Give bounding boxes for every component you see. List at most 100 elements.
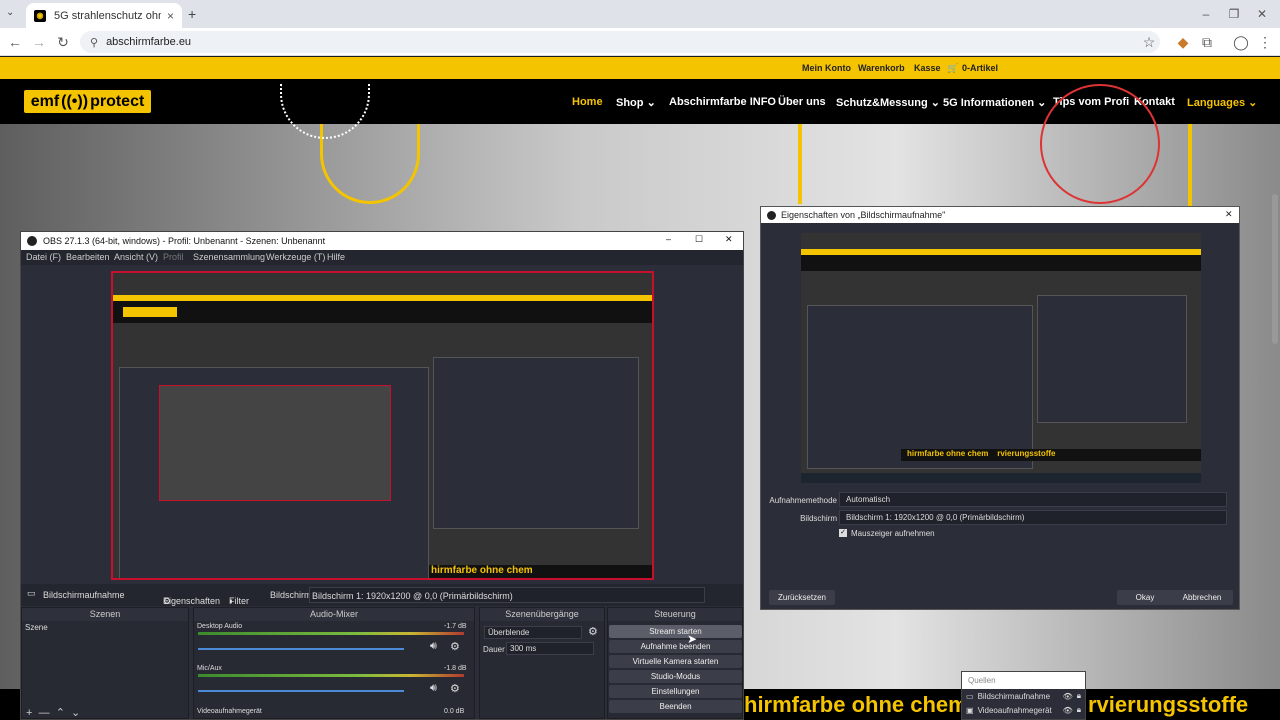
exit-button[interactable]: Beenden <box>609 700 742 713</box>
browser-tab[interactable]: ◉ 5G strahlenschutz ohne chem × <box>26 3 182 28</box>
source-item[interactable]: ▭ Bildschirmaufnahme 👁︎ 🔒︎ <box>962 689 1085 703</box>
signal-icon: ((•)) <box>61 92 89 110</box>
cursor-checkbox[interactable]: ✓ <box>839 529 847 537</box>
nav-abschirmfarbe-info[interactable]: Abschirmfarbe INFO <box>669 96 776 108</box>
source-item-label: Videoaufnahmegerät <box>977 705 1052 715</box>
tab-title: 5G strahlenschutz ohne chem <box>54 9 161 22</box>
chevron-down-icon: ⌄ <box>1248 97 1258 109</box>
studio-mode-button[interactable]: Studio-Modus <box>609 670 742 683</box>
scene-item[interactable]: Szene <box>22 621 188 634</box>
obs-logo-icon <box>767 210 776 220</box>
add-icon[interactable]: + <box>26 707 32 719</box>
new-tab-icon[interactable]: + <box>188 6 196 22</box>
props-preview-ticker: hirmfarbe ohne chem rvierungsstoffe <box>901 449 1201 461</box>
gear-icon[interactable]: ⚙ <box>450 682 460 695</box>
address-bar[interactable]: ⚲ abschirmfarbe.eu <box>80 31 1160 53</box>
close-icon[interactable]: ✕ <box>725 234 733 245</box>
menu-hilfe[interactable]: Hilfe <box>327 252 345 262</box>
cart-icon[interactable]: 🛒 <box>947 63 958 74</box>
move-up-icon[interactable]: ⌃ <box>56 707 65 719</box>
menu-ansicht[interactable]: Ansicht (V) <box>114 252 158 262</box>
cart-items-count[interactable]: 0-Artikel <box>962 63 998 73</box>
monitor-icon: ▭ <box>966 691 974 701</box>
nav-languages[interactable]: Languages ⌄ <box>1187 96 1257 109</box>
scene-controls: + — ⌃ ⌄ <box>26 706 80 719</box>
lock-icon[interactable]: 🔒︎ <box>1077 691 1081 701</box>
method-select[interactable]: Automatisch <box>839 492 1227 507</box>
tab-list-chevron-icon[interactable]: ⌄ <box>6 7 14 18</box>
filter-label: Filter <box>229 596 249 606</box>
move-down-icon[interactable]: ⌄ <box>71 707 80 719</box>
maximize-icon[interactable]: ☐ <box>695 234 703 245</box>
menu-bearbeiten[interactable]: Bearbeiten <box>66 252 110 262</box>
extension-icon[interactable]: ◆ <box>1174 33 1192 51</box>
transitions-header: Szenenübergänge <box>480 608 604 621</box>
checkout-link[interactable]: Kasse <box>914 63 941 73</box>
site-logo[interactable]: emf ((•)) protect <box>24 90 151 113</box>
ticker-text-left: hirmfarbe ohne chem <box>744 692 968 717</box>
chevron-down-icon: ⌄ <box>646 97 656 109</box>
gear-icon[interactable]: ⚙ <box>588 625 598 638</box>
cancel-button[interactable]: Abbrechen <box>1171 590 1233 605</box>
profile-avatar-icon[interactable]: ◯ <box>1232 33 1250 51</box>
cart-link[interactable]: Warenkorb <box>858 63 905 73</box>
obs-preview[interactable]: hirmfarbe ohne chem <box>21 265 743 583</box>
obs-title: OBS 27.1.3 (64-bit, windows) - Profil: U… <box>43 236 326 246</box>
eye-icon[interactable]: 👁︎ <box>1063 706 1073 715</box>
start-virtual-camera-button[interactable]: Virtuelle Kamera starten <box>609 655 742 668</box>
screen-select[interactable]: Bildschirm 1: 1920x1200 @ 0,0 (Primärbil… <box>839 510 1227 525</box>
source-item[interactable]: ▣ Videoaufnahmegerät 👁︎ 🔒︎ <box>962 703 1085 717</box>
close-icon[interactable]: ✕ <box>1225 209 1233 220</box>
volume-slider[interactable] <box>198 648 404 650</box>
eye-icon[interactable]: 👁︎ <box>1063 692 1073 701</box>
menu-werkzeuge[interactable]: Werkzeuge (T) <box>266 252 325 262</box>
bookmark-star-icon[interactable]: ☆ <box>1140 33 1158 51</box>
more-menu-icon[interactable]: ⋮ <box>1256 33 1274 51</box>
back-icon[interactable]: ← <box>6 33 24 51</box>
close-tab-icon[interactable]: × <box>167 9 174 23</box>
account-link[interactable]: Mein Konto <box>802 63 851 73</box>
reset-button[interactable]: Zurücksetzen <box>769 590 835 605</box>
restore-window-icon[interactable]: ❐ <box>1224 4 1244 24</box>
site-info-icon[interactable]: ⚲ <box>90 36 98 49</box>
speaker-icon[interactable]: 🔊︎ <box>430 682 437 695</box>
nav-ueber-uns[interactable]: Über uns <box>778 96 826 108</box>
gear-icon[interactable]: ⚙ <box>450 640 460 653</box>
duration-input[interactable]: 300 ms <box>506 642 594 655</box>
extensions-puzzle-icon[interactable]: ⧉ <box>1198 33 1216 51</box>
nav-shop[interactable]: Shop ⌄ <box>616 96 656 109</box>
scrollbar-thumb[interactable] <box>1272 194 1278 344</box>
menu-profil[interactable]: Profil <box>163 252 184 262</box>
volume-slider[interactable] <box>198 690 404 692</box>
speaker-icon[interactable]: 🔊︎ <box>430 640 437 653</box>
close-window-icon[interactable]: ✕ <box>1252 4 1272 24</box>
start-stream-button[interactable]: Stream starten <box>609 625 742 638</box>
minimize-window-icon[interactable]: – <box>1196 4 1216 24</box>
remove-icon[interactable]: — <box>39 707 50 719</box>
stop-recording-button[interactable]: Aufnahme beenden <box>609 640 742 653</box>
decor-red-circle <box>1040 84 1160 204</box>
nav-shop-label: Shop <box>616 97 644 109</box>
settings-button[interactable]: Einstellungen <box>609 685 742 698</box>
menu-datei[interactable]: Datei (F) <box>26 252 61 262</box>
decor-yellow-line <box>1188 124 1192 214</box>
lock-icon[interactable]: 🔒︎ <box>1077 705 1081 715</box>
minimize-icon[interactable]: – <box>666 234 671 244</box>
obs-window: OBS 27.1.3 (64-bit, windows) - Profil: U… <box>20 231 744 720</box>
menu-szenensammlung[interactable]: Szenensammlung <box>193 252 265 262</box>
source-name: Bildschirmaufnahme <box>43 590 125 600</box>
method-label: Aufnahmemethode <box>769 496 837 505</box>
forward-icon[interactable]: → <box>30 33 48 51</box>
screen-select[interactable]: Bildschirm 1: 1920x1200 @ 0,0 (Primärbil… <box>309 587 705 603</box>
okay-button[interactable]: Okay <box>1117 590 1173 605</box>
nav-5g-informationen[interactable]: 5G Informationen ⌄ <box>943 96 1046 109</box>
nav-schutz-messung[interactable]: Schutz&Messung ⌄ <box>836 96 940 109</box>
ticker-text-right: rvierungsstoffe <box>1088 692 1249 717</box>
transition-select[interactable]: Überblende <box>484 626 582 639</box>
chevron-down-icon: ⌄ <box>1037 97 1047 109</box>
reload-icon[interactable]: ↻ <box>54 33 72 51</box>
preview-mini-header <box>113 301 652 323</box>
nav-home[interactable]: Home <box>572 96 603 108</box>
obs-logo-icon <box>27 236 37 246</box>
mixer-header: Audio-Mixer <box>194 608 474 621</box>
